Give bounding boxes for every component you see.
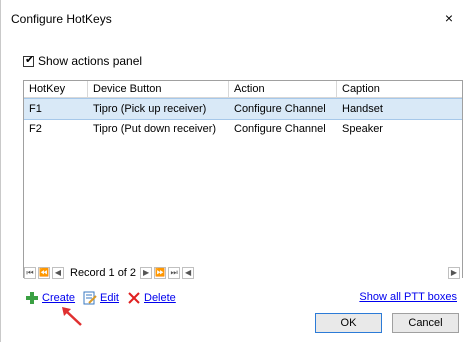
cancel-button[interactable]: Cancel [392, 313, 459, 333]
cell-device-button: Tipro (Pick up receiver) [93, 103, 207, 115]
previous-page-icon[interactable]: ⏪ [38, 267, 50, 279]
title-bar: Configure HotKeys × [1, 0, 464, 38]
dialog-title: Configure HotKeys [11, 12, 112, 26]
create-link[interactable]: Create [25, 291, 75, 305]
close-icon[interactable]: × [441, 10, 457, 26]
cell-hotkey: F2 [29, 123, 42, 135]
cell-caption: Speaker [342, 123, 383, 135]
actions-panel: Create Edit Delete [25, 291, 184, 305]
cell-action: Configure Channel [234, 103, 326, 115]
column-header-device-button[interactable]: Device Button [88, 81, 229, 97]
column-header-caption[interactable]: Caption [337, 81, 462, 97]
scroll-right-icon[interactable]: ▶ [448, 267, 460, 279]
show-actions-panel-option[interactable]: ✔ Show actions panel [23, 54, 142, 68]
cell-caption: Handset [342, 103, 383, 115]
next-page-icon[interactable]: ⏩ [154, 267, 167, 279]
edit-link[interactable]: Edit [83, 291, 119, 305]
next-record-icon[interactable]: ▶ [140, 267, 153, 279]
checkmark-icon: ✔ [25, 53, 35, 66]
scroll-left-icon[interactable]: ◀ [182, 267, 195, 279]
previous-record-icon[interactable]: ◀ [52, 267, 64, 279]
delete-label: Delete [144, 292, 176, 304]
delete-x-icon [128, 292, 140, 304]
table-row[interactable]: F1 Tipro (Pick up receiver) Configure Ch… [24, 98, 462, 120]
annotation-arrow-icon [62, 307, 82, 326]
edit-icon [83, 291, 97, 305]
column-header-action[interactable]: Action [229, 81, 337, 97]
configure-hotkeys-dialog: Configure HotKeys × ✔ Show actions panel… [0, 0, 464, 342]
first-page-icon[interactable]: ⏮ [24, 267, 36, 279]
hotkeys-grid: HotKey Device Button Action Caption F1 T… [23, 80, 463, 279]
show-actions-panel-checkbox[interactable]: ✔ [23, 53, 35, 67]
cell-device-button: Tipro (Put down receiver) [93, 123, 217, 135]
grid-header: HotKey Device Button Action Caption [24, 81, 462, 98]
delete-link[interactable]: Delete [127, 291, 176, 305]
last-page-icon[interactable]: ⏭ [168, 267, 181, 279]
cell-action: Configure Channel [234, 123, 326, 135]
record-counter: Record 1 of 2 [70, 267, 137, 279]
create-label: Create [42, 292, 76, 304]
show-all-ptt-boxes-link[interactable]: Show all PTT boxes [359, 291, 457, 303]
column-header-hotkey[interactable]: HotKey [24, 81, 88, 97]
ok-button[interactable]: OK [315, 313, 382, 333]
edit-label: Edit [100, 292, 119, 304]
show-actions-panel-label: Show actions panel [38, 54, 143, 68]
record-navigator: ⏮ ⏪ ◀ Record 1 of 2 ▶ ⏩ ⏭ ◀ [24, 267, 462, 279]
table-row[interactable]: F2 Tipro (Put down receiver) Configure C… [24, 119, 462, 139]
cell-hotkey: F1 [29, 103, 42, 115]
plus-icon [26, 292, 38, 304]
